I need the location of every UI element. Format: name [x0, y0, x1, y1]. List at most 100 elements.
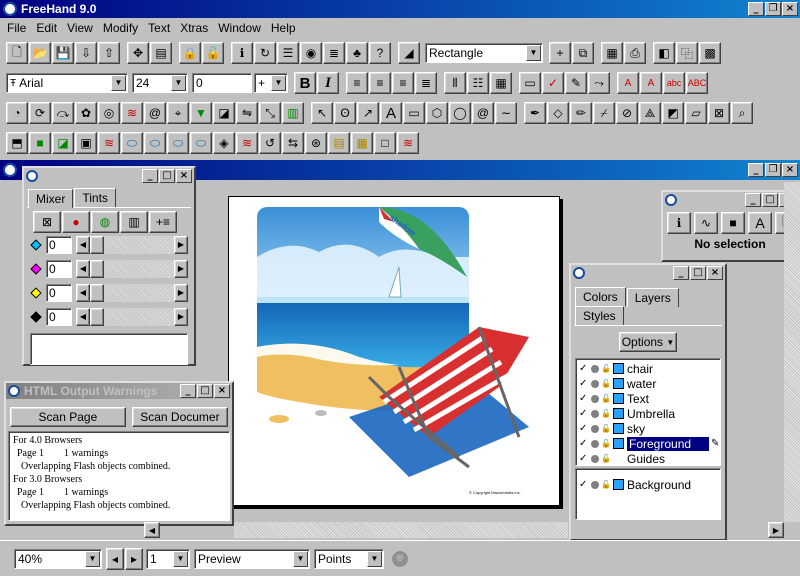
- chevron-down-icon[interactable]: ▼: [171, 75, 186, 91]
- slider-thumb[interactable]: [90, 260, 104, 278]
- rgb-mode-icon[interactable]: ●: [62, 211, 90, 233]
- visible-check-icon[interactable]: ✓: [579, 453, 589, 464]
- cancel-render-icon[interactable]: ⊗: [392, 550, 408, 567]
- slider-thumb[interactable]: [90, 236, 104, 254]
- duplicate-page-icon[interactable]: ⧉: [572, 42, 594, 64]
- menu-item-modify[interactable]: Modify: [98, 21, 143, 35]
- scan-page-button[interactable]: Scan Page: [10, 407, 126, 427]
- add-to-swatches-icon[interactable]: +≡: [149, 211, 177, 233]
- visible-check-icon[interactable]: ✓: [579, 423, 589, 434]
- lock-icon[interactable]: 🔓: [601, 424, 611, 433]
- justify-icon[interactable]: ≣: [415, 72, 437, 94]
- font-select[interactable]: Ŧ Arial ▼: [6, 73, 128, 93]
- simplify-icon[interactable]: ▤: [328, 132, 350, 154]
- scroll-left-button[interactable]: ◀: [144, 522, 160, 538]
- italic-button[interactable]: I: [317, 72, 339, 94]
- lock-icon[interactable]: 🔓: [601, 480, 611, 489]
- spiral-xtra-icon[interactable]: @: [144, 102, 166, 124]
- rectangle-tool-icon[interactable]: ▭: [403, 102, 425, 124]
- fill-icon[interactable]: ■: [721, 212, 745, 234]
- menu-item-file[interactable]: File: [2, 21, 31, 35]
- layer-view-icon[interactable]: [591, 480, 599, 489]
- text-columns-icon[interactable]: ⫴: [444, 72, 466, 94]
- layers-icon[interactable]: ☰: [277, 42, 299, 64]
- page-select[interactable]: 1 ▼: [146, 548, 190, 569]
- help-pointer-icon[interactable]: ?: [369, 42, 391, 64]
- slider-left-button[interactable]: ◀: [76, 260, 90, 278]
- text-table-icon[interactable]: ▦: [490, 72, 512, 94]
- align-icon[interactable]: ▤: [150, 42, 172, 64]
- remove-overlap-icon[interactable]: ⊛: [305, 132, 327, 154]
- roughen-icon[interactable]: ≋: [121, 102, 143, 124]
- flow-inside-path-icon[interactable]: ⤳: [588, 72, 610, 94]
- align-center-icon[interactable]: ≡: [369, 72, 391, 94]
- zoom-tool-icon[interactable]: ⌕: [731, 102, 753, 124]
- chevron-down-icon[interactable]: ▼: [367, 550, 382, 567]
- reverse-direction-icon[interactable]: ⇆: [282, 132, 304, 154]
- lowercase-icon[interactable]: abc: [663, 72, 685, 94]
- layer-row-background[interactable]: ✓ 🔓 Background: [576, 477, 720, 492]
- rotate-icon[interactable]: ↻: [254, 42, 276, 64]
- document-icon[interactable]: [3, 163, 17, 177]
- symbols-icon[interactable]: ♣: [346, 42, 368, 64]
- slider-thumb[interactable]: [90, 308, 104, 326]
- html-output-titlebar[interactable]: HTML Output Warnings _ □ ×: [6, 383, 232, 399]
- unlock-icon[interactable]: 🔓: [202, 42, 224, 64]
- leading-input[interactable]: 0: [192, 73, 252, 93]
- channel-slider[interactable]: ◀ ▶: [76, 236, 188, 254]
- knife-tool-icon[interactable]: ⌿: [593, 102, 615, 124]
- eyedropper-icon[interactable]: ⤡: [259, 102, 281, 124]
- layer-row-foreground[interactable]: ✓ 🔓 Foreground ✎: [576, 436, 720, 451]
- menu-item-xtras[interactable]: Xtras: [175, 21, 213, 35]
- save-icon[interactable]: 💾: [52, 42, 74, 64]
- restore-button[interactable]: ❐: [765, 2, 781, 16]
- split-icon[interactable]: ◪: [52, 132, 74, 154]
- chart-icon[interactable]: ▥: [282, 102, 304, 124]
- channel-value-field[interactable]: 0: [46, 308, 72, 326]
- bend-icon[interactable]: ⤼: [52, 102, 74, 124]
- expand-stroke-icon[interactable]: ≋: [236, 132, 258, 154]
- menu-item-view[interactable]: View: [62, 21, 98, 35]
- scale-tool-icon[interactable]: ⟁: [639, 102, 661, 124]
- layer-color-swatch[interactable]: [613, 479, 624, 490]
- text-inspector-icon[interactable]: A: [748, 212, 772, 234]
- info-icon[interactable]: ℹ: [231, 42, 253, 64]
- panel-close-button[interactable]: ×: [707, 266, 723, 280]
- panel-close-button[interactable]: ×: [176, 169, 192, 183]
- tab-styles[interactable]: Styles: [575, 306, 624, 325]
- slider-track[interactable]: [104, 308, 174, 326]
- channel-slider[interactable]: ◀ ▶: [76, 308, 188, 326]
- lock-icon[interactable]: 🔓: [601, 394, 611, 403]
- copy-icon[interactable]: ⿻: [676, 42, 698, 64]
- tab-layers[interactable]: Layers: [626, 288, 679, 307]
- text-wrap-icon[interactable]: ▦: [601, 42, 623, 64]
- vertical-scrollbar[interactable]: [784, 182, 800, 522]
- layer-color-swatch[interactable]: [613, 438, 624, 449]
- next-page-icon[interactable]: ▸: [125, 547, 143, 570]
- layer-view-icon[interactable]: [591, 439, 599, 448]
- page-tool-icon[interactable]: ◢: [398, 42, 420, 64]
- doc-restore-button[interactable]: ❐: [765, 163, 781, 177]
- tool-select[interactable]: Rectangle ▼: [425, 43, 543, 63]
- slider-right-button[interactable]: ▶: [174, 260, 188, 278]
- layer-row-text[interactable]: ✓ 🔓 Text: [576, 391, 720, 406]
- layer-color-swatch[interactable]: [613, 393, 624, 404]
- bezigon-tool-icon[interactable]: ◇: [547, 102, 569, 124]
- paste-inside-icon[interactable]: ◧: [653, 42, 675, 64]
- intersect-icon[interactable]: ⬭: [144, 132, 166, 154]
- polygon-tool-icon[interactable]: ⬡: [426, 102, 448, 124]
- panel-restore-button[interactable]: □: [197, 384, 213, 398]
- panel-minimize-button[interactable]: _: [745, 193, 761, 207]
- horizontal-scrollbar[interactable]: [234, 522, 568, 538]
- document-page[interactable]: shadow © Copyright Macromedia Inc.: [228, 196, 560, 506]
- cmyk-mode-icon[interactable]: ⊠: [33, 211, 61, 233]
- freehand-app-icon[interactable]: [3, 2, 17, 16]
- lock-icon[interactable]: 🔓: [601, 439, 611, 448]
- slider-left-button[interactable]: ◀: [76, 236, 90, 254]
- layer-view-icon[interactable]: [591, 424, 599, 433]
- import-icon[interactable]: ⇩: [75, 42, 97, 64]
- menu-item-window[interactable]: Window: [213, 21, 266, 35]
- scan-document-button[interactable]: Scan Documer: [131, 407, 228, 427]
- panel-minimize-button[interactable]: _: [142, 169, 158, 183]
- lock-icon[interactable]: 🔓: [601, 364, 611, 373]
